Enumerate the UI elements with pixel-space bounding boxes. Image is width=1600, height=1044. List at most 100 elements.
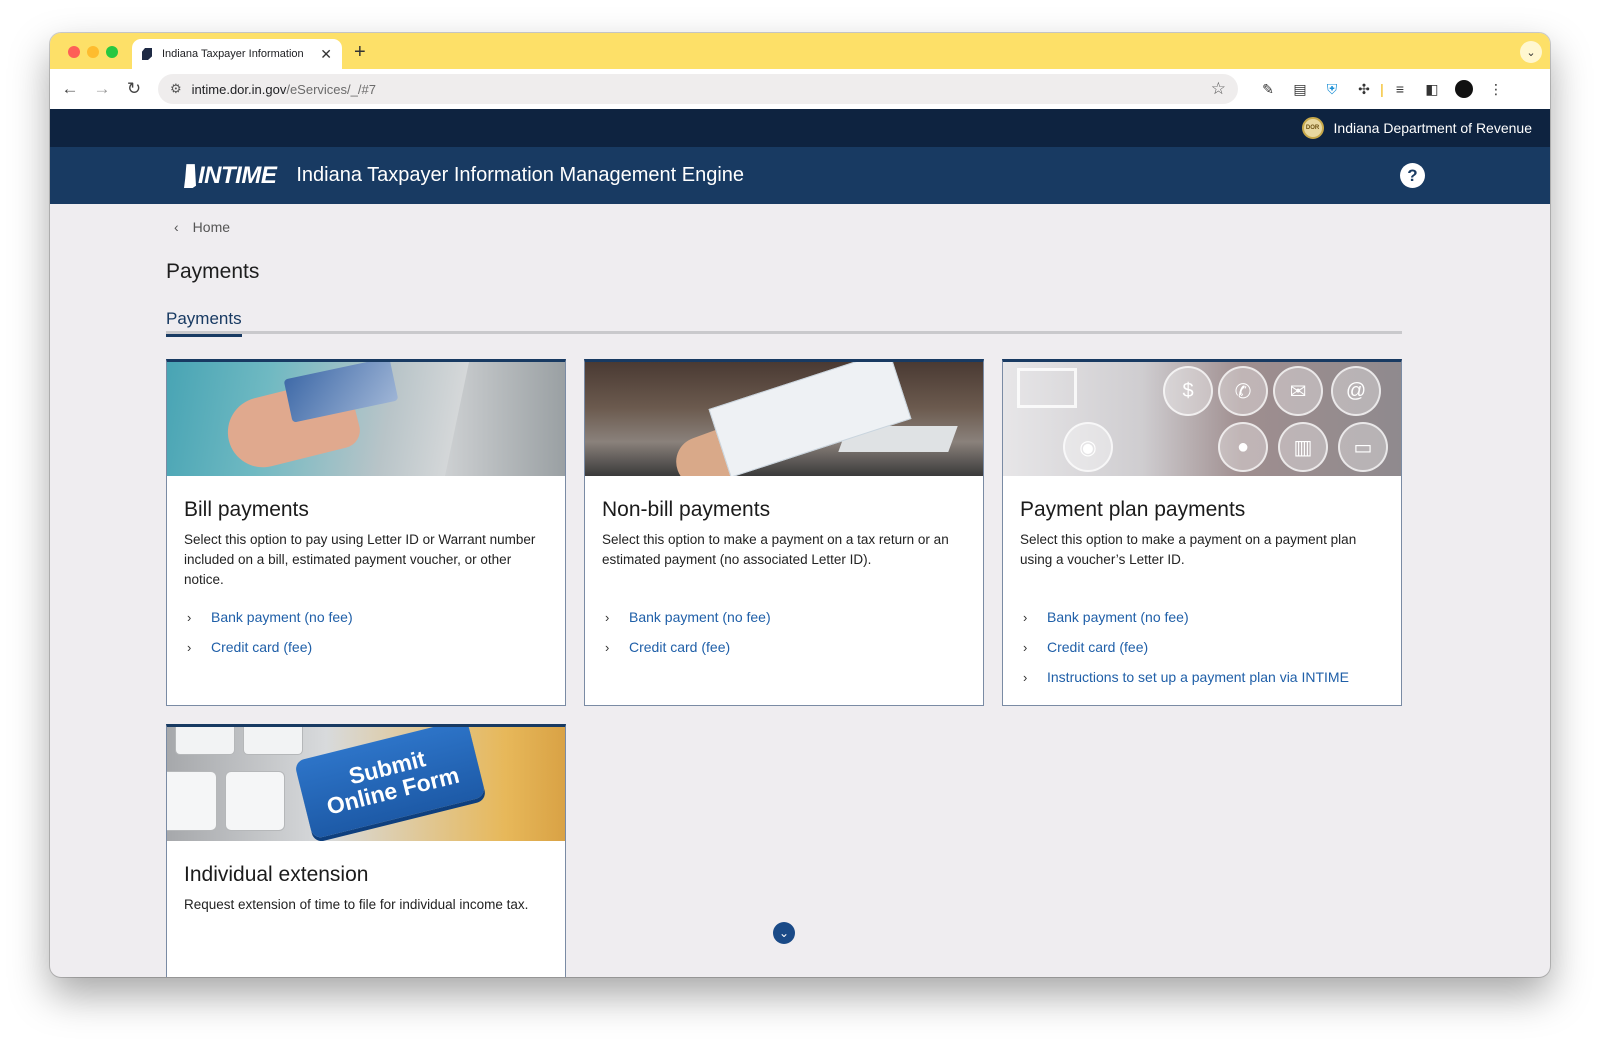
link-item[interactable]: › Bank payment (no fee)	[187, 602, 565, 632]
minimize-window-button[interactable]	[87, 46, 99, 58]
app-title: Indiana Taxpayer Information Management …	[296, 164, 745, 186]
submit-online-form-key: Submit Online Form	[293, 727, 487, 840]
tab-search-chevron-icon[interactable]: ⌄	[1520, 41, 1542, 63]
chevron-right-icon: ›	[605, 609, 610, 625]
reload-icon[interactable]: ↻	[118, 79, 150, 99]
link-item[interactable]: › Instructions to set up a payment plan v…	[1023, 662, 1401, 692]
keyboard-key	[225, 771, 285, 831]
chart-icon: ▥	[1278, 422, 1328, 472]
extension-area: ✎ ▤ ⛨ ✣ | ≡ ◧ ⋮	[1252, 80, 1512, 98]
dor-seal-icon: DOR	[1301, 117, 1324, 139]
indiana-state-icon	[184, 164, 196, 189]
agency-name[interactable]: Indiana Department of Revenue	[1334, 120, 1532, 136]
chevron-right-icon: ›	[1023, 609, 1028, 625]
indiana-favicon-icon	[142, 48, 152, 60]
payment-plan-instructions-link[interactable]: Instructions to set up a payment plan vi…	[1047, 669, 1349, 685]
laptop-shape	[445, 362, 565, 476]
close-window-button[interactable]	[68, 46, 80, 58]
card-bill-payments: Bill payments Select this option to pay …	[166, 359, 566, 706]
help-icon[interactable]: ?	[1400, 163, 1425, 188]
chevron-right-icon: ›	[1023, 669, 1028, 685]
card-links: › Bank payment (no fee) › Credit card (fee…	[187, 602, 565, 662]
address-bar[interactable]: ⚙ intime.dor.in.gov/eServices/_/#7 ☆	[158, 74, 1238, 104]
browser-menu-icon[interactable]: ⋮	[1480, 81, 1512, 98]
site-info-icon[interactable]: ⚙	[170, 81, 182, 97]
tab-bar: Payments	[166, 309, 1402, 337]
extension-sheet-icon[interactable]: ▤	[1284, 81, 1316, 98]
extension-edit-icon[interactable]: ✎	[1252, 81, 1284, 98]
submit-form-keyboard-photo: Submit Online Form	[167, 727, 565, 841]
tab-strip: Indiana Taxpayer Information ✕ + ⌄	[50, 33, 1550, 69]
chevron-right-icon: ›	[605, 639, 610, 655]
card-description: Select this option to make a payment on …	[602, 532, 949, 567]
phone-icon: ✆	[1218, 366, 1268, 416]
card-description: Select this option to pay using Letter I…	[184, 532, 536, 587]
card-title: Non-bill payments	[602, 498, 771, 521]
chevron-down-icon[interactable]: ⌄	[773, 922, 795, 944]
chevron-right-icon: ›	[187, 639, 192, 655]
dollar-icon: $	[1163, 366, 1213, 416]
chevron-right-icon: ›	[187, 609, 192, 625]
tab-close-icon[interactable]: ✕	[320, 46, 332, 63]
credit-card-link[interactable]: Credit card (fee)	[629, 639, 730, 655]
keyboard-key	[175, 727, 235, 755]
url-path: /eServices/_/#7	[286, 81, 376, 97]
card-description: Select this option to make a payment on …	[1020, 532, 1357, 567]
app-header: INTIME Indiana Taxpayer Information Mana…	[50, 147, 1550, 204]
card-title: Individual extension	[184, 863, 369, 886]
link-item[interactable]: › Bank payment (no fee)	[1023, 602, 1401, 632]
extension-shield-icon[interactable]: ⛨	[1316, 81, 1348, 98]
breadcrumb: ‹ Home	[166, 218, 1402, 236]
maximize-window-button[interactable]	[106, 46, 118, 58]
card-individual-extension: Submit Online Form Individual extension …	[166, 724, 566, 977]
card-title: Bill payments	[184, 498, 309, 521]
check-shape	[708, 362, 912, 476]
keyboard-key	[167, 771, 217, 831]
intime-logo[interactable]: INTIME	[182, 161, 277, 190]
side-panel-icon[interactable]: ◧	[1416, 81, 1448, 98]
person-icon: ●	[1218, 422, 1268, 472]
extensions-puzzle-icon[interactable]: ✣	[1348, 81, 1380, 98]
link-item[interactable]: › Credit card (fee)	[187, 632, 565, 662]
url-text[interactable]: intime.dor.in.gov/eServices/_/#7	[192, 82, 1211, 97]
browser-toolbar: ← → ↻ ⚙ intime.dor.in.gov/eServices/_/#7…	[50, 69, 1550, 109]
bank-payment-link[interactable]: Bank payment (no fee)	[629, 609, 771, 625]
card-non-bill-payments: Non-bill payments Select this option to …	[584, 359, 984, 706]
card-icon: ▭	[1338, 422, 1388, 472]
chevron-left-icon[interactable]: ‹	[174, 219, 179, 235]
credit-card-photo	[167, 362, 565, 476]
browser-tab[interactable]: Indiana Taxpayer Information ✕	[132, 39, 342, 69]
credit-card-link[interactable]: Credit card (fee)	[1047, 639, 1148, 655]
url-host: intime.dor.in.gov	[191, 81, 287, 97]
document-icon	[1017, 368, 1077, 408]
card-links: › Bank payment (no fee) › Credit card (fee…	[1023, 602, 1401, 692]
page-title: Payments	[166, 260, 260, 283]
bank-payment-link[interactable]: Bank payment (no fee)	[211, 609, 353, 625]
link-item[interactable]: › Credit card (fee)	[605, 632, 983, 662]
media-control-icon[interactable]: ≡	[1384, 81, 1416, 97]
browser-window: Indiana Taxpayer Information ✕ + ⌄ ← → ↻…	[50, 33, 1550, 977]
card-links: › Bank payment (no fee) › Credit card (fee…	[605, 602, 983, 662]
card-title: Payment plan payments	[1020, 498, 1246, 521]
bank-payment-link[interactable]: Bank payment (no fee)	[1047, 609, 1189, 625]
tab-title: Indiana Taxpayer Information	[162, 48, 304, 60]
tab-payments[interactable]: Payments	[166, 309, 242, 337]
link-item[interactable]: › Credit card (fee)	[1023, 632, 1401, 662]
agency-bar: DOR Indiana Department of Revenue	[50, 109, 1550, 147]
profile-avatar[interactable]	[1455, 80, 1473, 98]
forward-arrow-icon[interactable]: →	[86, 79, 118, 99]
credit-card-link[interactable]: Credit card (fee)	[211, 639, 312, 655]
back-arrow-icon[interactable]: ←	[54, 79, 86, 99]
card-description: Request extension of time to file for in…	[184, 897, 529, 912]
payment-icons-photo: $ ✆ ✉ @ ● ▥ ▭ ◉	[1003, 362, 1401, 476]
new-tab-button[interactable]: +	[354, 41, 366, 64]
check-handover-photo	[585, 362, 983, 476]
signal-icon: ◉	[1063, 422, 1113, 472]
chevron-right-icon: ›	[1023, 639, 1028, 655]
intime-logo-text: INTIME	[198, 161, 277, 189]
link-item[interactable]: › Bank payment (no fee)	[605, 602, 983, 632]
breadcrumb-home[interactable]: Home	[193, 219, 230, 235]
card-payment-plan-payments: $ ✆ ✉ @ ● ▥ ▭ ◉ Payment plan payments Se…	[1002, 359, 1402, 706]
bookmark-star-icon[interactable]: ☆	[1211, 79, 1226, 99]
at-sign-icon: @	[1331, 366, 1381, 416]
